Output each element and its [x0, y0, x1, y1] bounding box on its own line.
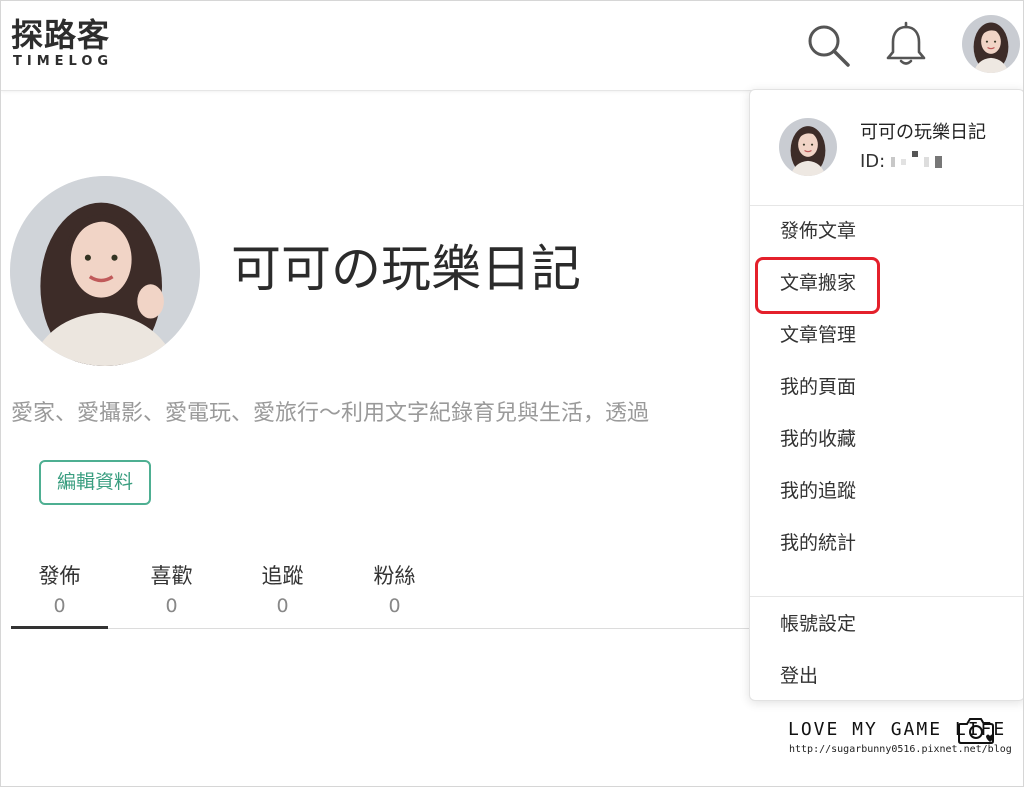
user-avatar-button[interactable]	[962, 15, 1020, 73]
menu-item-manage-articles[interactable]: 文章管理	[750, 313, 1023, 357]
stat-label: 追蹤	[261, 564, 304, 588]
menu-item-publish-article[interactable]: 發佈文章	[750, 209, 1023, 253]
tab-fans[interactable]: 粉絲 0	[346, 557, 443, 629]
menu-item-my-collections[interactable]: 我的收藏	[750, 417, 1023, 461]
highlight-annotation-box	[755, 257, 880, 314]
menu-item-account-settings[interactable]: 帳號設定	[750, 602, 1023, 646]
menu-item-my-following[interactable]: 我的追蹤	[750, 469, 1023, 513]
tab-following[interactable]: 追蹤 0	[234, 557, 331, 629]
profile-bio: 愛家、愛攝影、愛電玩、愛旅行～利用文字紀錄育兒與生活，透過	[11, 401, 650, 426]
bell-icon[interactable]	[882, 21, 930, 69]
id-mask	[891, 157, 896, 167]
id-mask	[924, 157, 930, 167]
id-mask	[901, 159, 907, 165]
camera-icon	[957, 717, 995, 745]
stat-label: 喜歡	[150, 564, 193, 588]
id-mask	[935, 156, 943, 168]
stat-value: 0	[53, 595, 66, 617]
avatar-photo	[962, 15, 1020, 73]
user-dropdown-menu: 可可の玩樂日記 ID: 發佈文章 文章搬家 文章管理 我的頁面 我的收藏 我的追…	[749, 89, 1023, 701]
stat-label: 發佈	[38, 564, 81, 588]
stat-label: 粉絲	[373, 564, 416, 588]
stat-value: 0	[388, 595, 401, 617]
watermark-url: http://sugarbunny0516.pixnet.net/blog	[789, 744, 1012, 755]
page: 探路客 TIMELOG 可可の玩樂日記 愛家、愛攝影、愛電玩、愛旅行～利用文字紀…	[0, 0, 1024, 787]
menu-item-my-page[interactable]: 我的頁面	[750, 365, 1023, 409]
dropdown-user-name: 可可の玩樂日記	[860, 122, 986, 143]
profile-photo	[10, 176, 200, 366]
stat-value: 0	[165, 595, 178, 617]
menu-divider	[750, 596, 1023, 597]
profile-stats-tabs: 發佈 0 喜歡 0 追蹤 0 粉絲 0	[11, 557, 751, 629]
tab-posts[interactable]: 發佈 0	[11, 557, 108, 629]
dropdown-user-id: ID:	[860, 149, 943, 175]
profile-avatar	[10, 176, 200, 366]
menu-item-logout[interactable]: 登出	[750, 654, 1023, 698]
logo-english: TIMELOG	[13, 54, 114, 69]
edit-profile-button[interactable]: 編輯資料	[39, 460, 151, 505]
menu-divider	[750, 205, 1023, 206]
top-header: 探路客 TIMELOG	[1, 1, 1023, 91]
timelog-logo[interactable]: 探路客 TIMELOG	[11, 15, 141, 75]
dropdown-avatar	[779, 118, 837, 176]
stat-value: 0	[276, 595, 289, 617]
search-icon[interactable]	[804, 21, 852, 69]
tab-likes[interactable]: 喜歡 0	[123, 557, 220, 629]
id-mask	[912, 151, 919, 157]
id-label: ID:	[860, 151, 886, 172]
profile-name: 可可の玩樂日記	[231, 240, 581, 298]
logo-chinese: 探路客	[11, 16, 111, 54]
avatar-photo	[779, 118, 837, 176]
menu-item-my-statistics[interactable]: 我的統計	[750, 521, 1023, 565]
